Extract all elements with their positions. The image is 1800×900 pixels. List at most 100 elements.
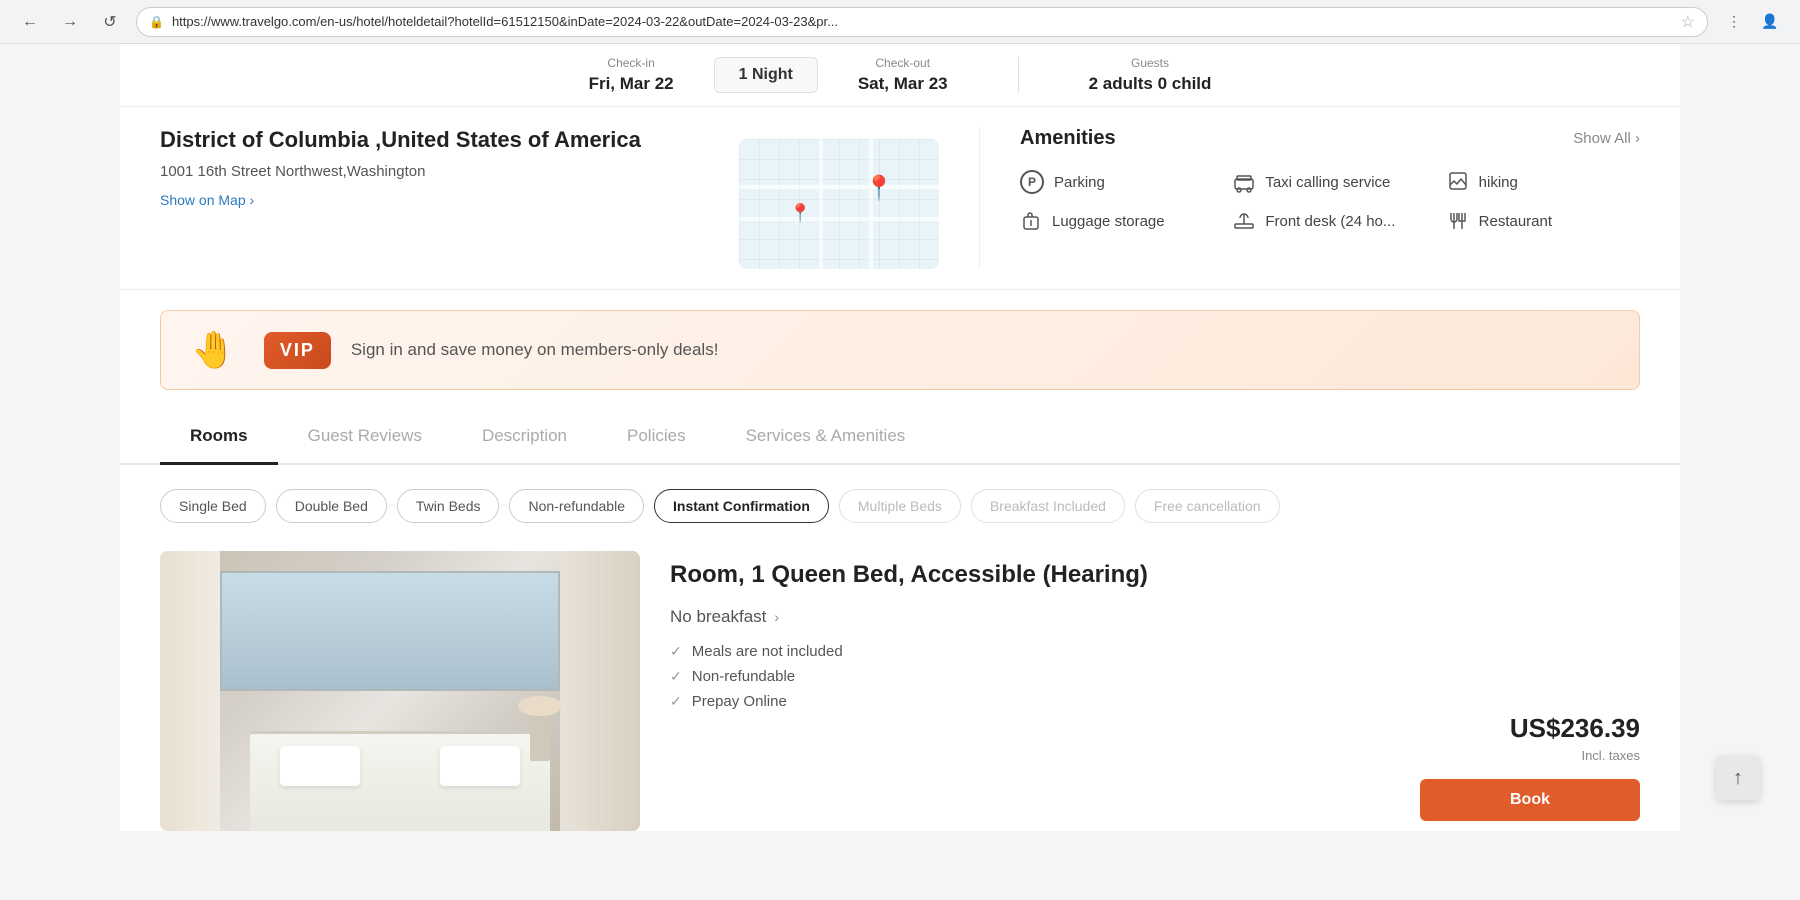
amenity-label-taxi: Taxi calling service [1265,174,1390,191]
map-thumbnail[interactable]: 📍 📍 [739,139,939,269]
meal-chevron-icon: › [774,609,779,625]
room-window [220,571,560,691]
map-road [739,185,939,189]
feature-refund-text: Non-refundable [692,668,795,685]
amenity-label-hiking: hiking [1479,174,1518,191]
hotel-info-section: District of Columbia ,United States of A… [120,107,1680,290]
browser-chrome: ← → ↺ 🔒 https://www.travelgo.com/en-us/h… [0,0,1800,44]
forward-button[interactable]: → [56,8,84,36]
book-button[interactable]: Book [1420,779,1640,821]
bookmark-icon: ☆ [1681,12,1695,32]
filter-breakfast-included[interactable]: Breakfast Included [971,489,1125,523]
checkout-section: Check-out Sat, Mar 23 [828,56,978,94]
tabs-bar: Rooms Guest Reviews Description Policies… [120,410,1680,465]
booking-bar: Check-in Fri, Mar 22 1 Night Check-out S… [120,44,1680,107]
feature-meals: ✓ Meals are not included [670,643,1390,660]
amenity-hiking: hiking [1447,170,1640,194]
checkin-section: Check-in Fri, Mar 22 [559,56,704,94]
guests-label: Guests [1131,56,1169,70]
vip-hand-icon: 🤚 [191,329,236,371]
room-bed [250,731,550,831]
restaurant-icon [1447,210,1469,232]
booking-divider [1018,57,1019,93]
tab-guest-reviews[interactable]: Guest Reviews [278,410,452,465]
map-grid-overlay [739,139,939,269]
show-on-map-link[interactable]: Show on Map › [160,192,254,208]
filter-single-bed[interactable]: Single Bed [160,489,266,523]
profile-button[interactable]: 👤 [1756,8,1784,36]
map-road [819,139,823,269]
vip-badge: VIP [264,332,331,369]
amenity-restaurant: Restaurant [1447,210,1640,232]
amenity-label-parking: Parking [1054,174,1105,191]
hiking-icon [1447,171,1469,193]
amenity-label-restaurant: Restaurant [1479,213,1552,230]
map-road [739,217,939,221]
feature-meals-text: Meals are not included [692,643,843,660]
amenity-label-frontdesk: Front desk (24 ho... [1265,213,1395,230]
guests-value: 2 adults 0 child [1089,74,1212,94]
checkout-label: Check-out [875,56,930,70]
hotel-location-name: District of Columbia ,United States of A… [160,127,719,153]
feature-prepay: ✓ Prepay Online [670,693,1390,710]
check-icon: ✓ [670,693,682,710]
vip-text: Sign in and save money on members-only d… [351,340,719,360]
frontdesk-icon [1233,210,1255,232]
checkout-value: Sat, Mar 23 [858,74,948,94]
show-all-link[interactable]: Show All › [1573,130,1640,147]
extensions-button[interactable]: ⋮ [1720,8,1748,36]
room-price-panel: US$236.39 Incl. taxes Book [1420,551,1640,831]
map-pin-main: 📍 [864,174,894,203]
check-icon: ✓ [670,668,682,685]
curtain-left [160,551,220,831]
feature-refund: ✓ Non-refundable [670,668,1390,685]
check-icon: ✓ [670,643,682,660]
checkin-label: Check-in [607,56,654,70]
filter-free-cancellation[interactable]: Free cancellation [1135,489,1280,523]
map-pin-secondary: 📍 [789,203,811,224]
amenity-luggage: Luggage storage [1020,210,1213,232]
pillow-right [440,746,520,786]
filter-instant-confirmation[interactable]: Instant Confirmation [654,489,829,523]
hotel-location-panel: District of Columbia ,United States of A… [160,127,980,269]
pillow-left [280,746,360,786]
room-price: US$236.39 [1510,713,1640,744]
room-lamp [530,711,550,761]
parking-icon: P [1020,170,1044,194]
vip-banner[interactable]: 🤚 VIP Sign in and save money on members-… [160,310,1640,390]
amenities-panel: Amenities Show All › P Parking [980,127,1640,269]
room-title: Room, 1 Queen Bed, Accessible (Hearing) [670,561,1390,589]
page-content: Check-in Fri, Mar 22 1 Night Check-out S… [120,44,1680,831]
vip-badge-wrap: VIP [264,332,331,369]
map-road [869,139,873,269]
tab-rooms[interactable]: Rooms [160,410,278,465]
room-image-bg [160,551,640,831]
checkin-value: Fri, Mar 22 [589,74,674,94]
refresh-button[interactable]: ↺ [96,8,124,36]
address-bar[interactable]: 🔒 https://www.travelgo.com/en-us/hotel/h… [136,7,1708,37]
filter-multiple-beds[interactable]: Multiple Beds [839,489,961,523]
filter-double-bed[interactable]: Double Bed [276,489,387,523]
tab-description[interactable]: Description [452,410,597,465]
security-icon: 🔒 [149,15,164,29]
filter-non-refundable[interactable]: Non-refundable [509,489,644,523]
amenity-frontdesk: Front desk (24 ho... [1233,210,1426,232]
amenities-title: Amenities [1020,127,1116,150]
room-meal-info[interactable]: No breakfast › [670,607,1390,627]
taxi-icon [1233,171,1255,193]
back-button[interactable]: ← [16,8,44,36]
curtain-right [560,551,640,831]
amenity-taxi: Taxi calling service [1233,170,1426,194]
tab-policies[interactable]: Policies [597,410,716,465]
url-text: https://www.travelgo.com/en-us/hotel/hot… [172,14,1673,29]
room-meal-label: No breakfast [670,607,766,627]
tab-services-amenities[interactable]: Services & Amenities [716,410,936,465]
luggage-icon [1020,210,1042,232]
room-details: Room, 1 Queen Bed, Accessible (Hearing) … [640,551,1420,831]
room-price-note: Incl. taxes [1581,748,1640,763]
scroll-up-button[interactable]: ↑ [1716,756,1760,800]
browser-action-buttons: ⋮ 👤 [1720,8,1784,36]
feature-prepay-text: Prepay Online [692,693,787,710]
filter-twin-beds[interactable]: Twin Beds [397,489,500,523]
night-badge: 1 Night [714,57,818,93]
